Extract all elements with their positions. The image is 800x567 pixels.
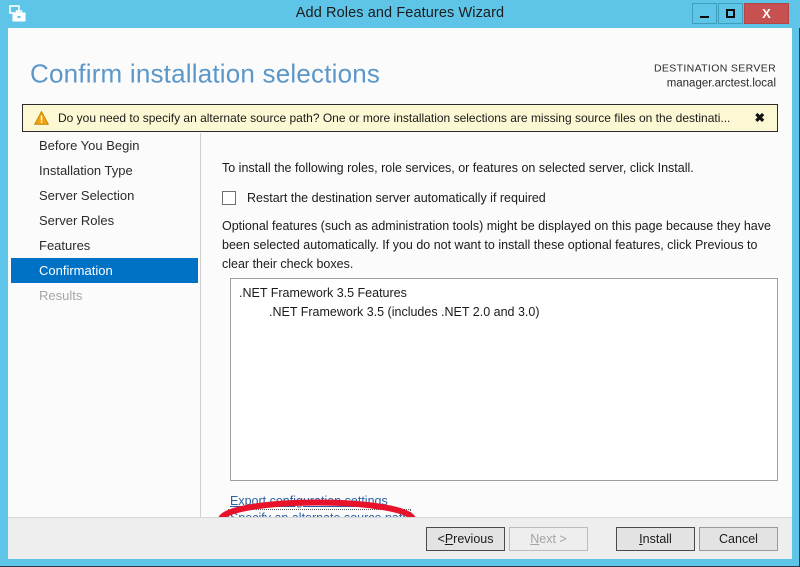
optional-features-note: Optional features (such as administratio… xyxy=(222,217,780,274)
next-button-accel: N xyxy=(530,532,539,546)
sidebar-item-server-roles[interactable]: Server Roles xyxy=(11,208,200,233)
selected-features-listbox[interactable]: .NET Framework 3.5 Features .NET Framewo… xyxy=(230,278,778,481)
list-item: .NET Framework 3.5 (includes .NET 2.0 an… xyxy=(231,303,777,322)
warning-close-icon[interactable]: ✖ xyxy=(755,112,765,125)
restart-checkbox-label: Restart the destination server automatic… xyxy=(247,191,546,205)
close-icon: X xyxy=(762,7,771,20)
wizard-window: Add Roles and Features Wizard X Confirm … xyxy=(0,0,800,567)
intro-text: To install the following roles, role ser… xyxy=(222,161,694,175)
previous-button-accel: P xyxy=(445,532,453,546)
wizard-step-list: Before You Begin Installation Type Serve… xyxy=(8,133,200,517)
sidebar-item-results: Results xyxy=(11,283,200,308)
wizard-body: Before You Begin Installation Type Serve… xyxy=(8,133,792,517)
install-button-rest: nstall xyxy=(643,532,672,546)
close-button[interactable]: X xyxy=(744,3,789,24)
previous-button[interactable]: < Previous xyxy=(426,527,505,551)
minimize-icon xyxy=(700,16,709,18)
list-item: .NET Framework 3.5 Features xyxy=(231,279,777,303)
sidebar-item-features[interactable]: Features xyxy=(11,233,200,258)
wizard-footer: < Previous Next > Install Cancel xyxy=(8,517,792,559)
restart-checkbox-row[interactable]: Restart the destination server automatic… xyxy=(222,191,546,205)
restart-checkbox[interactable] xyxy=(222,191,236,205)
sidebar-item-confirmation[interactable]: Confirmation xyxy=(11,258,198,283)
cancel-button[interactable]: Cancel xyxy=(699,527,778,551)
previous-button-prefix: < xyxy=(438,532,445,546)
destination-server-block: DESTINATION SERVER manager.arctest.local xyxy=(654,63,776,90)
cancel-button-label: Cancel xyxy=(719,532,758,546)
sidebar-item-server-selection[interactable]: Server Selection xyxy=(11,183,200,208)
export-configuration-settings-link[interactable]: Export configuration settings xyxy=(230,494,388,508)
minimize-button[interactable] xyxy=(692,3,717,24)
warning-triangle-icon xyxy=(34,111,49,125)
maximize-button[interactable] xyxy=(718,3,743,24)
wizard-content: To install the following roles, role ser… xyxy=(201,133,792,517)
next-button: Next > xyxy=(509,527,588,551)
destination-server-value: manager.arctest.local xyxy=(654,78,776,90)
sidebar-item-before-you-begin[interactable]: Before You Begin xyxy=(11,133,200,158)
page-title: Confirm installation selections xyxy=(30,59,380,90)
warning-message: Do you need to specify an alternate sour… xyxy=(58,111,755,125)
next-button-rest: ext > xyxy=(539,532,566,546)
window-title: Add Roles and Features Wizard xyxy=(0,5,800,21)
sidebar-item-installation-type[interactable]: Installation Type xyxy=(11,158,200,183)
install-button[interactable]: Install xyxy=(616,527,695,551)
warning-bar: Do you need to specify an alternate sour… xyxy=(22,104,778,132)
client-area: Confirm installation selections DESTINAT… xyxy=(8,28,792,559)
previous-button-rest: revious xyxy=(453,532,493,546)
page-header: Confirm installation selections DESTINAT… xyxy=(8,28,792,94)
destination-server-label: DESTINATION SERVER xyxy=(654,63,776,75)
maximize-icon xyxy=(726,9,735,18)
title-bar: Add Roles and Features Wizard X xyxy=(0,0,800,28)
